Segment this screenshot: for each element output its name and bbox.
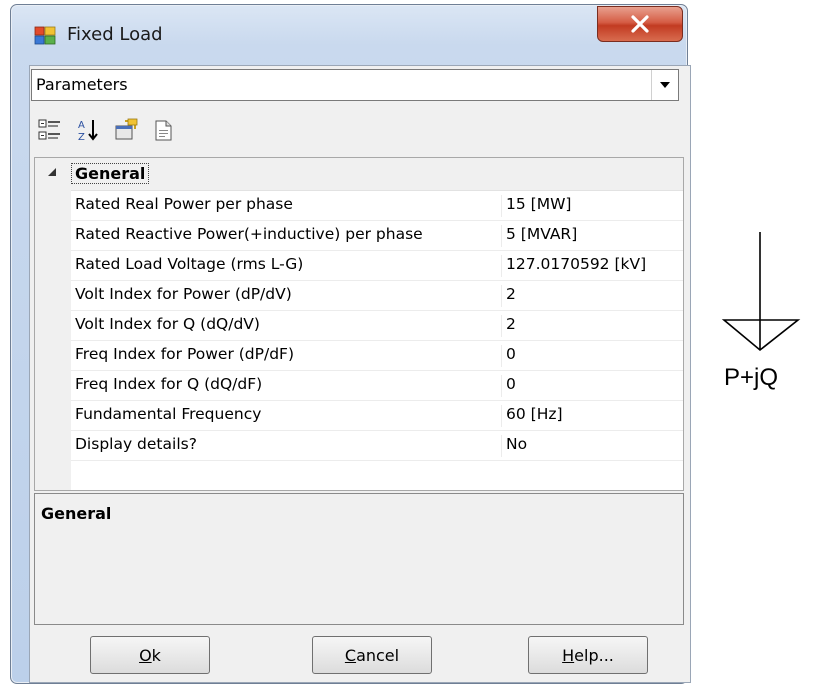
categorized-view-button[interactable] xyxy=(34,114,66,146)
parameters-dropdown[interactable]: Parameters xyxy=(31,69,679,101)
window-title: Fixed Load xyxy=(67,24,163,45)
property-value[interactable]: 2 xyxy=(501,315,516,337)
property-value[interactable]: 0 xyxy=(501,345,516,367)
help-label-rest: elp... xyxy=(574,645,614,665)
ok-mnemonic: O xyxy=(139,645,152,665)
property-value[interactable]: 0 xyxy=(501,375,516,397)
window-app-icon xyxy=(34,26,56,45)
description-title: General xyxy=(41,504,112,523)
chevron-down-icon xyxy=(660,82,670,88)
help-button[interactable]: Help... xyxy=(528,636,648,674)
category-row-general[interactable]: General xyxy=(35,158,683,191)
table-row[interactable]: Rated Load Voltage (rms L-G) 127.0170592… xyxy=(71,250,683,281)
close-button[interactable] xyxy=(597,6,683,42)
property-name: Volt Index for Power (dP/dV) xyxy=(75,285,292,303)
property-name: Rated Reactive Power(+inductive) per pha… xyxy=(75,225,423,243)
description-pane: General xyxy=(34,493,684,625)
table-row[interactable]: Fundamental Frequency 60 [Hz] xyxy=(71,400,683,431)
table-row[interactable]: Volt Index for Q (dQ/dV) 2 xyxy=(71,310,683,341)
property-value[interactable]: 15 [MW] xyxy=(501,195,571,217)
property-value[interactable]: 5 [MVAR] xyxy=(501,225,577,247)
property-name: Rated Real Power per phase xyxy=(75,195,293,213)
grid-left-margin xyxy=(35,190,71,490)
property-name: Freq Index for Q (dQ/dF) xyxy=(75,375,263,393)
table-row[interactable]: Freq Index for Power (dP/dF) 0 xyxy=(71,340,683,371)
fixed-load-dialog: Fixed Load Parameters A Z General Rated … xyxy=(10,4,691,684)
property-value[interactable]: No xyxy=(501,435,527,457)
collapse-triangle-icon[interactable] xyxy=(47,167,57,177)
cancel-mnemonic: C xyxy=(344,645,357,665)
svg-text:Z: Z xyxy=(78,132,85,143)
property-grid: General Rated Real Power per phase 15 [M… xyxy=(34,157,684,491)
dialog-client-area: Parameters A Z General Rated Real Power … xyxy=(29,65,691,683)
help-mnemonic: H xyxy=(562,645,575,665)
alphabetical-sort-button[interactable]: A Z xyxy=(72,114,104,146)
table-row[interactable]: Rated Real Power per phase 15 [MW] xyxy=(71,190,683,221)
property-toolbar: A Z xyxy=(34,114,180,148)
property-value[interactable]: 127.0170592 [kV] xyxy=(501,255,646,277)
property-pages-button[interactable] xyxy=(110,114,142,146)
load-symbol-label: P+jQ xyxy=(724,364,779,391)
property-pages-icon xyxy=(115,118,138,140)
property-name: Rated Load Voltage (rms L-G) xyxy=(75,255,304,273)
property-value[interactable]: 60 [Hz] xyxy=(501,405,563,427)
dropdown-selected-value: Parameters xyxy=(36,75,128,94)
export-icon xyxy=(155,120,172,141)
export-button[interactable] xyxy=(148,114,180,146)
property-name: Display details? xyxy=(75,435,197,453)
table-row[interactable]: Display details? No xyxy=(71,430,683,461)
property-name: Freq Index for Power (dP/dF) xyxy=(75,345,295,363)
category-label: General xyxy=(71,163,150,184)
table-row[interactable]: Freq Index for Q (dQ/dF) 0 xyxy=(71,370,683,401)
table-row[interactable]: Rated Reactive Power(+inductive) per pha… xyxy=(71,220,683,251)
ok-label-rest: k xyxy=(151,645,161,665)
close-icon xyxy=(631,15,649,33)
categorized-view-icon xyxy=(38,119,60,140)
property-name: Fundamental Frequency xyxy=(75,405,262,423)
property-name: Volt Index for Q (dQ/dV) xyxy=(75,315,260,333)
property-value[interactable]: 2 xyxy=(501,285,516,307)
svg-text:A: A xyxy=(78,120,85,131)
dropdown-arrow[interactable] xyxy=(651,70,678,100)
alphabetical-sort-icon: A Z xyxy=(78,120,98,143)
cancel-button[interactable]: Cancel xyxy=(312,636,432,674)
ok-button[interactable]: Ok xyxy=(90,636,210,674)
table-row[interactable]: Volt Index for Power (dP/dV) 2 xyxy=(71,280,683,311)
cancel-label-rest: ancel xyxy=(356,645,400,665)
